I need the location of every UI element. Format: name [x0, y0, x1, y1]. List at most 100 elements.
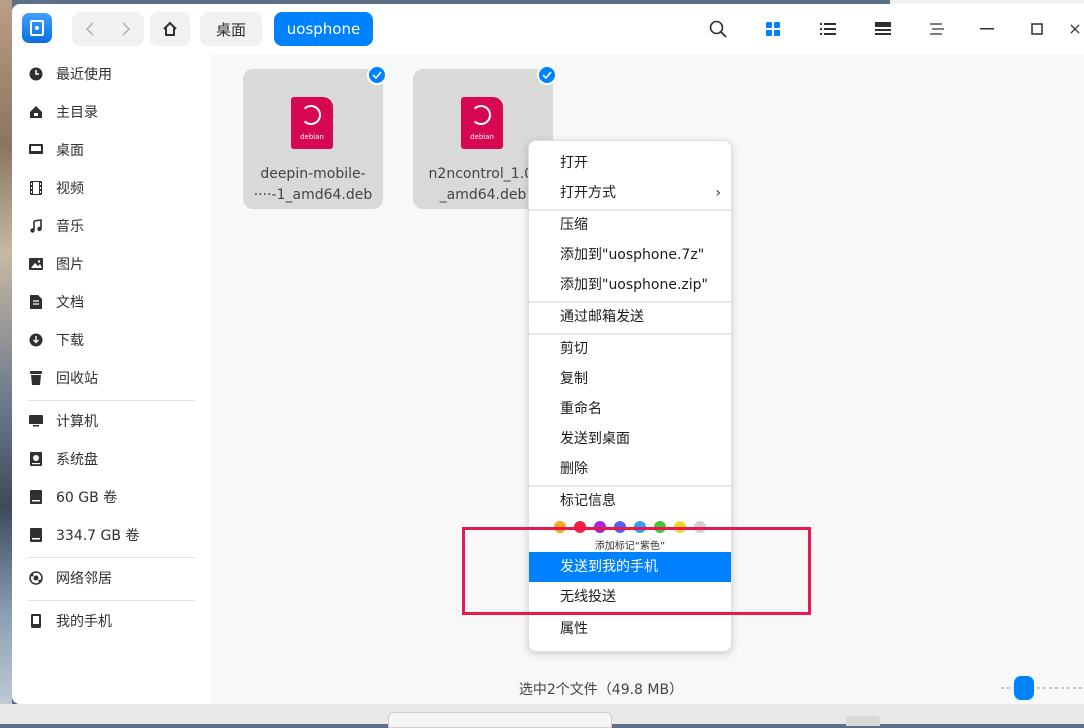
icon-view-button[interactable] [760, 16, 786, 42]
maximize-button[interactable] [1024, 16, 1050, 42]
menu-item-send-mail[interactable]: 通过邮箱发送 [529, 302, 731, 332]
sidebar-item-label: 计算机 [56, 414, 98, 430]
disk-icon [28, 527, 44, 543]
search-button[interactable] [705, 16, 731, 42]
sidebar-item-desktop[interactable]: 桌面 [28, 134, 84, 166]
menu-icon [930, 23, 944, 35]
home-button[interactable] [150, 12, 190, 46]
sidebar-item-documents[interactable]: 文档 [28, 286, 84, 318]
sidebar-item-label: 下载 [56, 333, 84, 349]
video-icon [28, 180, 44, 196]
network-icon [28, 570, 44, 586]
sidebar-item-label: 334.7 GB 卷 [56, 528, 140, 544]
download-icon [28, 332, 44, 348]
sidebar-item-label: 60 GB 卷 [56, 490, 118, 506]
desktop-background [0, 0, 12, 724]
close-button[interactable] [1070, 16, 1080, 42]
sidebar-divider [28, 557, 195, 558]
menu-item-rename[interactable]: 重命名 [529, 394, 731, 424]
maximize-icon [1031, 23, 1043, 35]
search-icon [709, 20, 727, 38]
menu-item-tag-info[interactable]: 标记信息 [529, 486, 731, 516]
sidebar-item-label: 桌面 [56, 143, 84, 159]
close-icon [1070, 24, 1080, 34]
debian-package-icon: debian [291, 97, 333, 149]
file-manager-icon [22, 13, 52, 43]
sidebar-item-pictures[interactable]: 图片 [28, 248, 84, 280]
recent-icon [28, 66, 44, 82]
breadcrumb-uosphone[interactable]: uosphone [274, 12, 373, 46]
sidebar-item-label: 主目录 [56, 105, 98, 121]
menu-item-compress[interactable]: 压缩 [529, 210, 731, 240]
sidebar-item-label: 最近使用 [56, 67, 112, 83]
detail-view-button[interactable] [870, 16, 896, 42]
sidebar-item-label: 回收站 [56, 371, 98, 387]
sidebar-item-label: 图片 [56, 257, 84, 273]
forward-button[interactable] [108, 12, 144, 46]
annotation-highlight-box [462, 527, 811, 615]
sidebar-item-trash[interactable]: 回收站 [28, 362, 98, 394]
menu-item-open-with[interactable]: 打开方式 › [529, 178, 731, 208]
status-bar-text: 选中2个文件（49.8 MB） [518, 682, 684, 698]
list-view-icon [820, 23, 836, 35]
sidebar-item-label: 文档 [56, 295, 84, 311]
desktop-icon [28, 142, 44, 158]
sidebar-item-label: 视频 [56, 181, 84, 197]
debian-package-icon: debian [461, 97, 503, 149]
menu-item-add-7z[interactable]: 添加到"uosphone.7z" [529, 240, 731, 270]
trash-icon [28, 370, 44, 386]
checkmark-icon [367, 65, 387, 85]
menu-item-send-desktop[interactable]: 发送到桌面 [529, 424, 731, 454]
sidebar-item-my-phone[interactable]: 我的手机 [28, 605, 112, 637]
chevron-right-icon [122, 22, 131, 36]
sidebar-item-video[interactable]: 视频 [28, 172, 84, 204]
menu-item-open[interactable]: 打开 [529, 148, 731, 178]
document-icon [28, 294, 44, 310]
disk-icon [28, 489, 44, 505]
picture-icon [28, 256, 44, 272]
menu-item-properties[interactable]: 属性 [529, 614, 731, 644]
sidebar-item-label: 我的手机 [56, 614, 112, 630]
sidebar-item-home[interactable]: 主目录 [28, 96, 98, 128]
computer-icon [28, 413, 44, 429]
icon-view-icon [766, 22, 780, 36]
file-name: deepin-mobile- ····-1_amd64.deb [253, 166, 373, 203]
sidebar-item-label: 音乐 [56, 219, 84, 235]
zoom-slider-handle[interactable] [1014, 676, 1034, 700]
minimize-icon [980, 28, 994, 30]
file-item[interactable]: debian deepin-mobile- ····-1_amd64.deb [243, 65, 387, 209]
menu-item-add-zip[interactable]: 添加到"uosphone.zip" [529, 270, 731, 300]
minimize-button[interactable] [974, 16, 1000, 42]
sidebar-item-volume-334gb[interactable]: 334.7 GB 卷 [28, 519, 139, 551]
menu-item-cut[interactable]: 剪切 [529, 334, 731, 364]
sidebar-item-system-disk[interactable]: 系统盘 [28, 443, 98, 475]
sidebar-item-music[interactable]: 音乐 [28, 210, 84, 242]
back-button[interactable] [72, 12, 108, 46]
sidebar-item-computer[interactable]: 计算机 [28, 405, 98, 437]
sidebar-item-recent[interactable]: 最近使用 [28, 58, 112, 90]
desktop-window-tab [388, 712, 612, 728]
sidebar: 最近使用 主目录 桌面 视频 音乐 图片 文档 下载 回收站 计算机 系统盘 6… [12, 54, 211, 704]
main-menu-button[interactable] [924, 16, 950, 42]
home-icon [28, 104, 44, 120]
list-view-button[interactable] [815, 16, 841, 42]
checkmark-icon [537, 65, 557, 85]
system-disk-icon [28, 451, 44, 467]
chevron-left-icon [85, 22, 94, 36]
menu-item-copy[interactable]: 复制 [529, 364, 731, 394]
sidebar-item-downloads[interactable]: 下载 [28, 324, 84, 356]
sidebar-divider [28, 600, 195, 601]
sidebar-item-network[interactable]: 网络邻居 [28, 562, 112, 594]
sidebar-item-volume-60gb[interactable]: 60 GB 卷 [28, 481, 117, 513]
home-icon [163, 21, 177, 36]
nav-buttons [72, 12, 144, 46]
sidebar-item-label: 系统盘 [56, 452, 98, 468]
breadcrumb-desktop[interactable]: 桌面 [200, 12, 262, 46]
menu-item-delete[interactable]: 删除 [529, 454, 731, 484]
titlebar: 桌面 uosphone [12, 4, 1084, 54]
music-icon [28, 218, 44, 234]
desktop-window-button [846, 716, 880, 726]
sidebar-item-label: 网络邻居 [56, 571, 112, 587]
sidebar-divider [28, 400, 195, 401]
detail-view-icon [875, 22, 891, 35]
